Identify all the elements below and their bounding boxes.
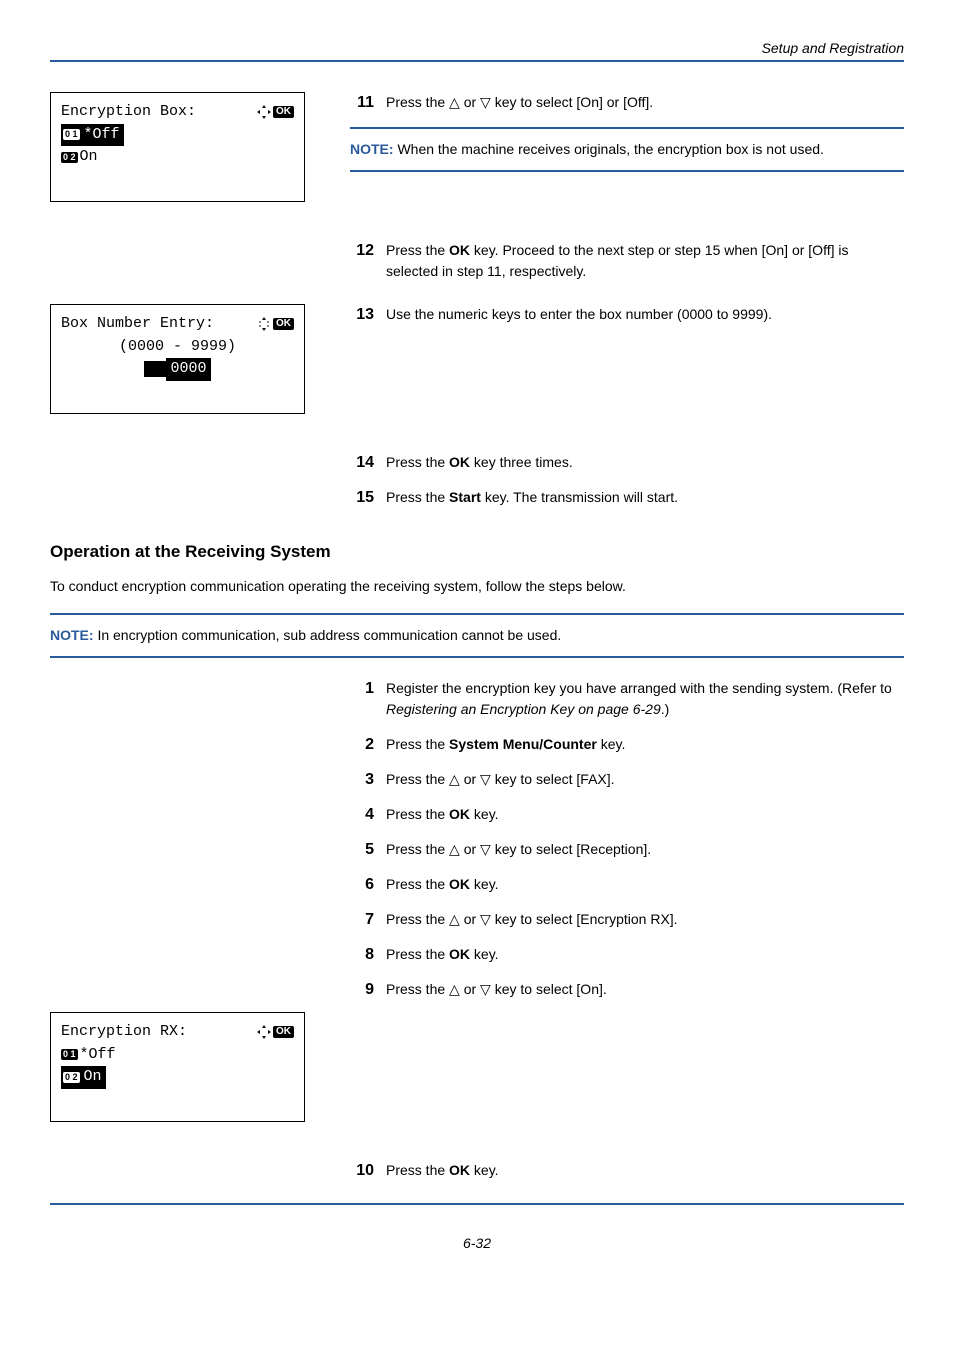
down-triangle-icon: ▽ — [480, 841, 491, 857]
down-triangle-icon: ▽ — [480, 911, 491, 927]
up-triangle-icon: △ — [449, 94, 460, 110]
ok-icon: OK — [273, 106, 294, 118]
up-triangle-icon: △ — [449, 771, 460, 787]
step-15: 15 Press the Start key. The transmission… — [350, 487, 904, 508]
step-3: 3 Press the △ or ▽ key to select [FAX]. — [350, 769, 904, 790]
step-12: 12 Press the OK key. Proceed to the next… — [350, 240, 904, 282]
breadcrumb: Setup and Registration — [50, 40, 904, 56]
ok-icon: OK — [273, 1026, 294, 1038]
down-triangle-icon: ▽ — [480, 94, 491, 110]
down-triangle-icon: ▽ — [480, 771, 491, 787]
up-triangle-icon: △ — [449, 981, 460, 997]
lcd-option-selected: 0 1*Off — [61, 124, 124, 147]
step-4: 4 Press the OK key. — [350, 804, 904, 825]
lcd-box-number-entry: Box Number Entry: OK (0000 - 9999) 0000 — [50, 304, 305, 414]
lcd-encryption-rx: Encryption RX: OK 0 1*Off 0 2On — [50, 1012, 305, 1122]
lcd-option-selected: 0 2On — [61, 1066, 106, 1089]
step-8: 8 Press the OK key. — [350, 944, 904, 965]
step-5: 5 Press the △ or ▽ key to select [Recept… — [350, 839, 904, 860]
step-2: 2 Press the System Menu/Counter key. — [350, 734, 904, 755]
lcd-title: Encryption RX: — [61, 1021, 257, 1044]
step-9: 9 Press the △ or ▽ key to select [On]. — [350, 979, 904, 1000]
lcd-range: (0000 - 9999) — [61, 336, 294, 359]
up-triangle-icon: △ — [449, 841, 460, 857]
down-triangle-icon: ▽ — [480, 981, 491, 997]
page-footer: 6-32 — [50, 1203, 904, 1251]
numeric-nav-icon — [257, 317, 271, 331]
step-10: 10 Press the OK key. — [350, 1160, 904, 1181]
nav-arrows-icon — [257, 1025, 271, 1039]
footer-rule — [50, 1203, 904, 1205]
step-13: 13 Use the numeric keys to enter the box… — [350, 304, 904, 325]
note-label: NOTE: — [50, 627, 97, 643]
lcd-encryption-box: Encryption Box: OK 0 1*Off 0 2On — [50, 92, 305, 202]
lcd-option: 0 2On — [61, 146, 294, 169]
nav-arrows-icon — [257, 105, 271, 119]
up-triangle-icon: △ — [449, 911, 460, 927]
page-number: 6-32 — [50, 1235, 904, 1251]
step-11: 11 Press the △ or ▽ key to select [On] o… — [350, 92, 904, 113]
lcd-title: Box Number Entry: — [61, 313, 257, 336]
intro-text: To conduct encryption communication oper… — [50, 576, 904, 597]
note-label: NOTE: — [350, 141, 397, 157]
page-header: Setup and Registration — [50, 40, 904, 62]
step-14: 14 Press the OK key three times. — [350, 452, 904, 473]
header-rule — [50, 60, 904, 62]
lcd-input-value: 0000 — [61, 358, 294, 381]
step-6: 6 Press the OK key. — [350, 874, 904, 895]
lcd-option: 0 1*Off — [61, 1044, 294, 1067]
ok-icon: OK — [273, 318, 294, 330]
section-heading: Operation at the Receiving System — [50, 542, 904, 562]
note-block: NOTE: In encryption communication, sub a… — [50, 613, 904, 658]
step-7: 7 Press the △ or ▽ key to select [Encryp… — [350, 909, 904, 930]
lcd-title: Encryption Box: — [61, 101, 257, 124]
step-1: 1 Register the encryption key you have a… — [350, 678, 904, 720]
note-block: NOTE: When the machine receives original… — [350, 127, 904, 172]
